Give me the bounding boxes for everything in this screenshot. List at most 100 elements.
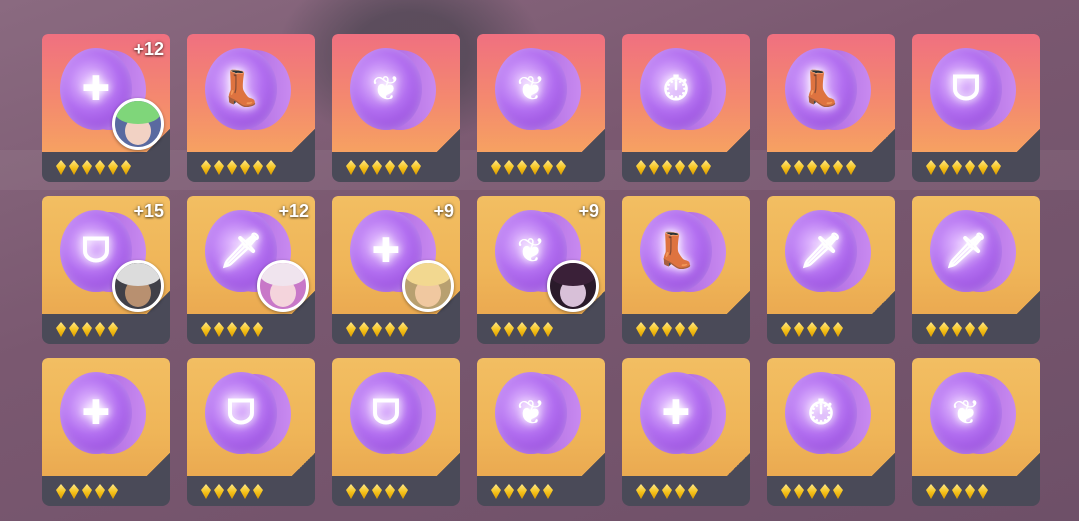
- stopwatch-icon: ⏱: [662, 69, 690, 109]
- star-gem-icon: [820, 484, 830, 499]
- star-gem-icon: [701, 160, 711, 175]
- item-card[interactable]: ✚: [42, 358, 170, 506]
- star-gem-icon: [636, 484, 646, 499]
- item-card[interactable]: 👢: [622, 196, 750, 344]
- star-gem-icon: [253, 160, 263, 175]
- card-corner-fold: [722, 128, 750, 158]
- equipped-hero-avatar[interactable]: [257, 260, 309, 312]
- item-card[interactable]: 🗡: [767, 196, 895, 344]
- star-rating: [56, 322, 118, 337]
- card-corner-fold: [1012, 290, 1040, 320]
- upgrade-level: +9: [578, 201, 599, 221]
- item-card[interactable]: ❦: [477, 34, 605, 182]
- star-gem-icon: [504, 322, 514, 337]
- star-gem-icon: [56, 484, 66, 499]
- star-gem-icon: [781, 484, 791, 499]
- item-card[interactable]: ᗜ +15: [42, 196, 170, 344]
- item-card[interactable]: ✚ +12: [42, 34, 170, 182]
- item-card[interactable]: ⏱: [622, 34, 750, 182]
- feather-icon: ❦: [371, 69, 401, 109]
- star-gem-icon: [491, 160, 501, 175]
- star-gem-icon: [952, 322, 962, 337]
- star-gem-icon: [794, 484, 804, 499]
- star-gem-icon: [688, 484, 698, 499]
- star-gem-icon: [926, 160, 936, 175]
- plus-icon: ✚: [81, 393, 111, 433]
- item-card[interactable]: 👢: [187, 34, 315, 182]
- equipped-hero-avatar[interactable]: [112, 260, 164, 312]
- star-gem-icon: [253, 322, 263, 337]
- rune-disc: ✚: [640, 372, 726, 458]
- star-gem-icon: [556, 160, 566, 175]
- star-gem-icon: [926, 484, 936, 499]
- star-rating: [201, 160, 276, 175]
- star-gem-icon: [530, 160, 540, 175]
- star-gem-icon: [965, 484, 975, 499]
- star-gem-icon: [108, 322, 118, 337]
- boot-icon: 👢: [799, 69, 843, 109]
- item-card[interactable]: ❦: [477, 358, 605, 506]
- plus-icon: ✚: [661, 393, 691, 433]
- upgrade-level: +12: [278, 201, 309, 221]
- star-gem-icon: [240, 484, 250, 499]
- card-corner-fold: [577, 452, 605, 482]
- item-card[interactable]: ᗜ: [912, 34, 1040, 182]
- star-gem-icon: [807, 160, 817, 175]
- star-gem-icon: [833, 322, 843, 337]
- star-rating: [926, 322, 988, 337]
- feather-icon: ❦: [516, 69, 546, 109]
- star-gem-icon: [359, 322, 369, 337]
- star-gem-icon: [649, 160, 659, 175]
- item-card[interactable]: ❦ +9: [477, 196, 605, 344]
- star-gem-icon: [517, 322, 527, 337]
- star-gem-icon: [833, 484, 843, 499]
- item-card[interactable]: ❦: [332, 34, 460, 182]
- card-corner-fold: [432, 452, 460, 482]
- item-card[interactable]: ✚: [622, 358, 750, 506]
- equipped-hero-avatar[interactable]: [547, 260, 599, 312]
- star-gem-icon: [675, 160, 685, 175]
- star-gem-icon: [965, 160, 975, 175]
- item-card[interactable]: ᗜ: [332, 358, 460, 506]
- star-gem-icon: [978, 160, 988, 175]
- rune-disc: ᗜ: [205, 372, 291, 458]
- star-gem-icon: [517, 484, 527, 499]
- star-gem-icon: [214, 322, 224, 337]
- star-gem-icon: [662, 322, 672, 337]
- stopwatch-icon: ⏱: [807, 393, 835, 433]
- star-gem-icon: [108, 160, 118, 175]
- feather-icon: ❦: [951, 393, 981, 433]
- star-gem-icon: [688, 322, 698, 337]
- star-gem-icon: [398, 484, 408, 499]
- card-corner-fold: [867, 452, 895, 482]
- equipped-hero-avatar[interactable]: [112, 98, 164, 150]
- rune-disc: ❦: [495, 48, 581, 134]
- star-rating: [346, 160, 421, 175]
- item-card[interactable]: ✚ +9: [332, 196, 460, 344]
- item-card[interactable]: ᗜ: [187, 358, 315, 506]
- star-gem-icon: [69, 484, 79, 499]
- star-gem-icon: [227, 322, 237, 337]
- card-corner-fold: [432, 128, 460, 158]
- item-card[interactable]: 👢: [767, 34, 895, 182]
- star-gem-icon: [504, 160, 514, 175]
- item-card[interactable]: ❦: [912, 358, 1040, 506]
- star-gem-icon: [253, 484, 263, 499]
- star-rating: [201, 484, 263, 499]
- star-gem-icon: [688, 160, 698, 175]
- star-gem-icon: [781, 160, 791, 175]
- item-card[interactable]: 🗡 +12: [187, 196, 315, 344]
- fang-icon: ᗜ: [371, 393, 401, 433]
- star-gem-icon: [95, 322, 105, 337]
- star-gem-icon: [794, 160, 804, 175]
- rune-disc: ❦: [350, 48, 436, 134]
- star-gem-icon: [398, 322, 408, 337]
- star-rating: [56, 160, 131, 175]
- item-card[interactable]: ⏱: [767, 358, 895, 506]
- avatar-hair: [115, 101, 161, 124]
- star-gem-icon: [517, 160, 527, 175]
- star-rating: [491, 484, 553, 499]
- star-gem-icon: [346, 322, 356, 337]
- equipped-hero-avatar[interactable]: [402, 260, 454, 312]
- item-card[interactable]: 🗡: [912, 196, 1040, 344]
